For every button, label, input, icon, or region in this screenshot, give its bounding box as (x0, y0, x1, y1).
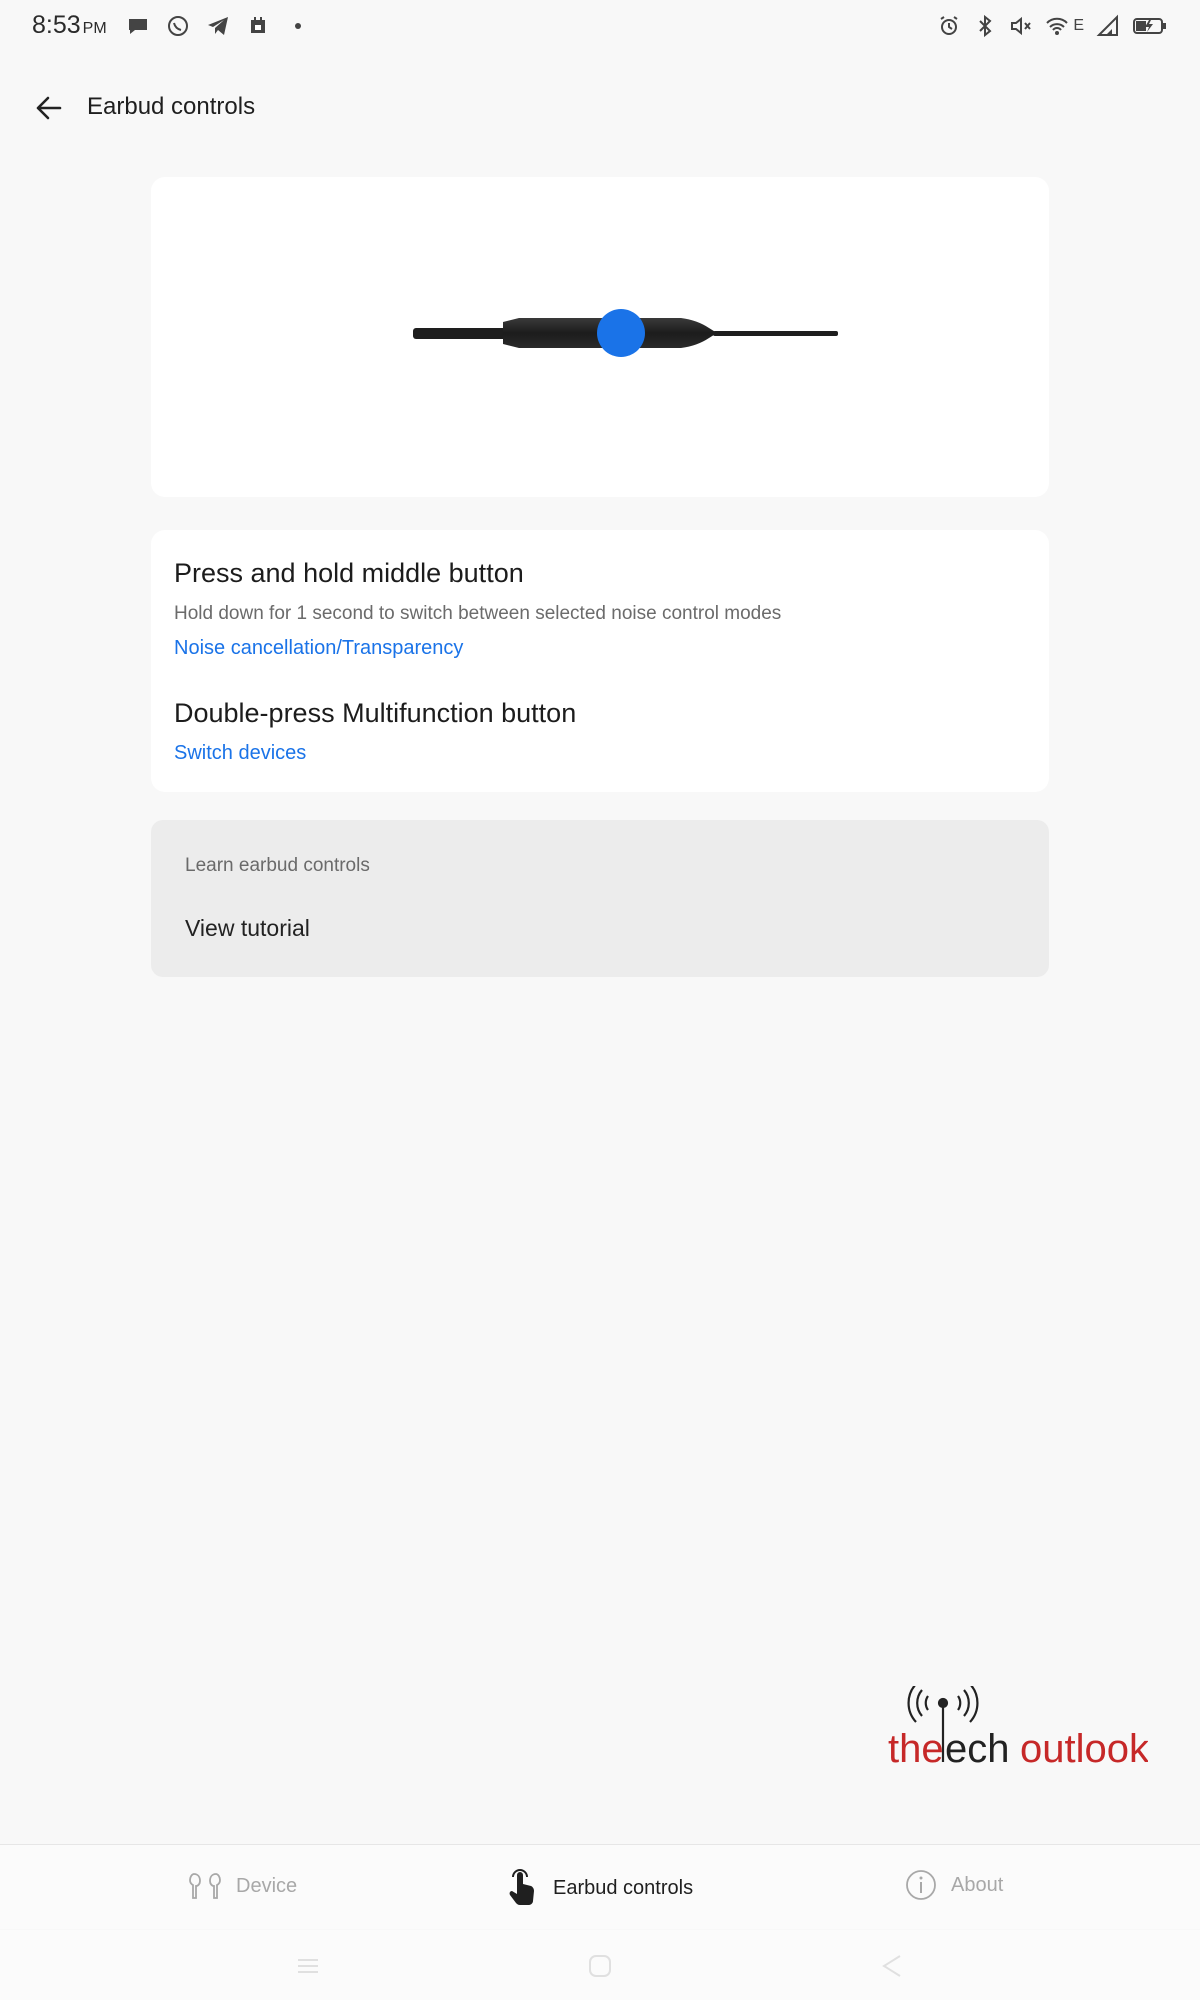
home-button[interactable] (584, 1952, 616, 1980)
bluetooth-icon (973, 14, 997, 38)
nav-tab-earbud-controls[interactable]: Earbud controls (505, 1869, 693, 1907)
arrow-left-icon (36, 96, 62, 120)
watermark-text-the: the (888, 1727, 944, 1771)
system-navigation-bar (0, 1930, 1200, 2000)
notification-icons (126, 14, 310, 38)
setting-title: Double-press Multifunction button (174, 698, 577, 728)
neckband-earbud-icon (413, 309, 838, 357)
status-time-ampm: PM (82, 20, 107, 37)
network-type-label: E (1073, 17, 1084, 34)
nav-label: Earbud controls (553, 1876, 694, 1899)
tutorial-action-label: View tutorial (185, 915, 310, 941)
nav-label: About (951, 1873, 1004, 1896)
page-title: Earbud controls (87, 93, 256, 120)
nav-tab-device[interactable]: Device (188, 1869, 297, 1903)
home-square-icon (589, 1955, 611, 1977)
double-press-multifunction-setting[interactable]: Double-press Multifunction button Switch… (174, 698, 1024, 765)
bottom-navigation: Device Earbud controls About (0, 1844, 1200, 1929)
calendar-icon (246, 14, 270, 38)
middle-button-highlight (597, 309, 645, 357)
watermark-text-outlook: outlook (1020, 1727, 1148, 1771)
setting-value: Switch devices (174, 742, 307, 764)
back-system-button[interactable] (876, 1952, 908, 1980)
menu-lines-icon (298, 1959, 318, 1973)
wifi-icon (1045, 14, 1069, 38)
chat-bubble-icon (126, 14, 150, 38)
techoutlook-watermark-logo: the ech outlook (888, 1683, 1150, 1776)
mute-icon (1009, 14, 1033, 38)
touch-hand-icon (509, 1869, 534, 1905)
signal-icon (1096, 14, 1120, 38)
more-dot-icon (286, 14, 310, 38)
whatsapp-icon (166, 14, 190, 38)
view-tutorial-button[interactable]: Learn earbud controls View tutorial (151, 820, 1049, 977)
recents-button[interactable] (292, 1952, 324, 1980)
alarm-icon (937, 14, 961, 38)
back-triangle-icon (882, 1955, 901, 1977)
earbuds-icon (189, 1873, 221, 1899)
controls-card: Press and hold middle button Hold down f… (151, 530, 1049, 792)
nav-label: Device (236, 1874, 298, 1897)
press-hold-middle-button-setting[interactable]: Press and hold middle button Hold down f… (174, 558, 1024, 660)
tutorial-section-label: Learn earbud controls (185, 855, 370, 876)
nav-tab-about[interactable]: About (905, 1869, 1003, 1901)
back-button[interactable] (30, 88, 70, 128)
telegram-icon (206, 14, 230, 38)
setting-description: Hold down for 1 second to switch between… (174, 603, 782, 624)
battery-charging-icon (1132, 14, 1168, 38)
status-time-value: 8:53 (32, 11, 81, 39)
info-icon (906, 1870, 936, 1900)
earbud-illustration-card (151, 177, 1049, 497)
system-status-icons: E (937, 14, 1168, 38)
status-bar: 8:53 PM E (0, 0, 1200, 56)
setting-title: Press and hold middle button (174, 558, 524, 588)
watermark-text-tech: ech (945, 1727, 1010, 1771)
setting-value: Noise cancellation/Transparency (174, 637, 464, 659)
app-bar: Earbud controls (0, 80, 1200, 136)
status-time: 8:53 PM (32, 11, 107, 40)
